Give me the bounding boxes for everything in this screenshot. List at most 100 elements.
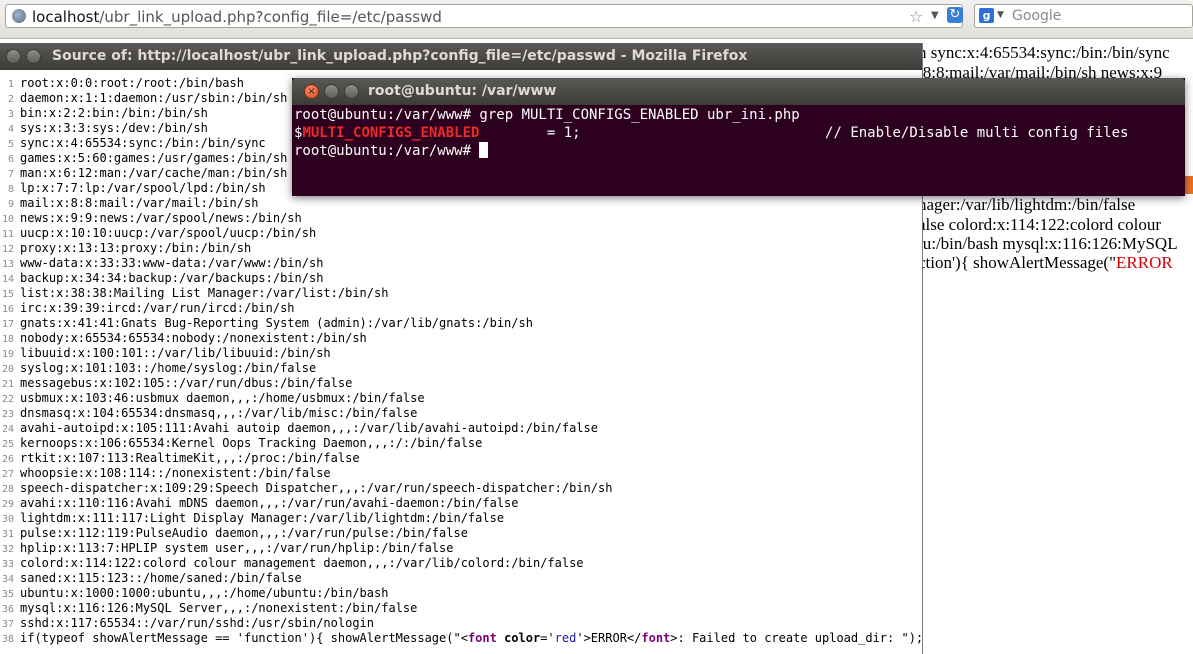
source-line-text: sys:x:3:3:sys:/dev:/bin/sh [20,121,208,135]
line-number: 1 [7,79,14,90]
source-line-text: speech-dispatcher:x:109:29:Speech Dispat… [20,481,613,495]
window-titlebar[interactable]: Source of: http://localhost/ubr_link_upl… [0,43,922,70]
line-number: 9 [7,199,14,210]
search-engine-icon[interactable]: g [979,8,994,23]
line-number: 32 [1,544,14,555]
source-token: '>ERROR</ [576,631,642,645]
source-line: 26 rtkit:x:107:113:RealtimeKit,,,:/proc:/… [0,451,922,466]
source-line: 16 irc:x:39:39:ircd:/var/run/ircd:/bin/sh [0,301,922,316]
line-number: 16 [1,304,14,315]
bg-line: nager:/var/lib/lightdm:/bin/false [918,195,1136,214]
source-line-text: saned:x:115:123::/home/saned:/bin/false [20,571,302,585]
terminal-output[interactable]: root@ubuntu:/var/www# grep MULTI_CONFIGS… [294,106,1183,194]
source-line-text: news:x:9:9:news:/var/spool/news:/bin/sh [20,211,302,225]
source-line: 15 list:x:38:38:Mailing List Manager:/var… [0,286,922,301]
source-line-text: daemon:x:1:1:daemon:/usr/sbin:/bin/sh [20,91,288,105]
source-line: 37 sshd:x:117:65534::/var/run/sshd:/usr/s… [0,616,922,631]
url-path: /ubr_link_upload.php?config_file=/etc/pa… [99,8,442,26]
reload-icon[interactable]: ↻ [947,7,963,23]
source-line: 9 mail:x:8:8:mail:/var/mail:/bin/sh [0,196,922,211]
terminal-prompt-line[interactable]: root@ubuntu:/var/www# [294,142,489,160]
source-line-text: proxy:x:13:13:proxy:/bin:/bin/sh [20,241,252,255]
url-text[interactable]: localhost/ubr_link_upload.php?config_fil… [32,8,442,26]
source-line-text: root:x:0:0:root:/root:/bin/bash [20,76,244,90]
line-number: 5 [7,139,14,150]
bookmark-star-icon[interactable]: ☆ [909,7,923,26]
source-line-text: www-data:x:33:33:www-data:/var/www:/bin/… [20,256,324,270]
source-line-text: games:x:5:60:games:/usr/games:/bin/sh [20,151,288,165]
source-line-text: backup:x:34:34:backup:/var/backups:/bin/… [20,271,324,285]
source-line-text: avahi:x:110:116:Avahi mDNS daemon,,,:/va… [20,496,519,510]
source-line-text: mysql:x:116:126:MySQL Server,,,:/nonexis… [20,601,418,615]
source-line-text: syslog:x:101:103::/home/syslog:/bin/fals… [20,361,317,375]
bg-line: ction'){ showAlertMessage("ERROR [918,253,1173,273]
source-line-text: mail:x:8:8:mail:/var/mail:/bin/sh [20,196,259,210]
source-token: if(typeof showAlertMessage == 'function'… [20,631,468,645]
line-number: 4 [7,124,14,135]
line-number: 3 [7,109,14,120]
source-line: 31 pulse:x:112:119:PulseAudio daemon,,,:/… [0,526,922,541]
terminal-titlebar[interactable]: × root@ubuntu: /var/www [292,78,1185,105]
bg-error-word: ERROR [1116,253,1173,272]
terminal-match-rest: = 1; // Enable/Disable multi config file… [479,125,1129,141]
source-line-text: kernoops:x:106:65534:Kernel Oops Trackin… [20,436,483,450]
source-line: 33 colord:x:114:122:colord colour managem… [0,556,922,571]
line-number: 8 [7,184,14,195]
source-token: font [467,631,497,645]
source-token: red [554,631,577,645]
line-number: 10 [1,214,14,225]
line-number: 20 [1,364,14,375]
bg-line: n sync:x:4:65534:sync:/bin:/bin/sync [918,43,1170,62]
source-line: 22 usbmux:x:103:46:usbmux daemon,,,:/home… [0,391,922,406]
search-bar[interactable]: g ▼ Google [974,4,1193,28]
source-line-text: lp:x:7:7:lp:/var/spool/lpd:/bin/sh [20,181,266,195]
line-number: 13 [1,259,14,270]
line-number: 28 [1,484,14,495]
line-number: 12 [1,244,14,255]
source-line-text: whoopsie:x:108:114::/nonexistent:/bin/fa… [20,466,331,480]
search-input[interactable]: Google [1012,8,1061,24]
line-number: 15 [1,289,14,300]
window-minimize-icon[interactable] [26,49,41,64]
line-number: 19 [1,349,14,360]
window-close-icon[interactable] [6,49,21,64]
terminal-close-icon[interactable]: × [304,84,319,99]
bg-line: alse colord:x:114:122:colord colour [918,215,1161,234]
window-title: Source of: http://localhost/ubr_link_upl… [52,48,748,64]
terminal-minimize-icon[interactable] [324,84,339,99]
source-line-text: usbmux:x:103:46:usbmux daemon,,,:/home/u… [20,391,425,405]
line-number: 37 [1,619,14,630]
source-line: 21 messagebus:x:102:105::/var/run/dbus:/b… [0,376,922,391]
line-number: 34 [1,574,14,585]
source-line-text: nobody:x:65534:65534:nobody:/nonexistent… [20,331,367,345]
source-line: 24 avahi-autoipd:x:105:111:Avahi autoip d… [0,421,922,436]
source-line: 38 if(typeof showAlertMessage == 'functio… [0,631,922,646]
line-number: 29 [1,499,14,510]
source-line: 19 libuuid:x:100:101::/var/lib/libuuid:/b… [0,346,922,361]
source-line-text: pulse:x:112:119:PulseAudio daemon,,,:/va… [20,526,468,540]
terminal-prompt: root@ubuntu:/var/www# [294,143,480,159]
line-number: 22 [1,394,14,405]
search-engine-dropdown-icon[interactable]: ▼ [997,10,1004,20]
source-line: 10 news:x:9:9:news:/var/spool/news:/bin/s… [0,211,922,226]
line-number: 17 [1,319,14,330]
url-bar[interactable]: localhost/ubr_link_upload.php?config_fil… [5,4,963,28]
source-line-text: gnats:x:41:41:Gnats Bug-Reporting System… [20,316,533,330]
bg-fragment [1185,176,1193,194]
source-line: 23 dnsmasq:x:104:65534:dnsmasq,,,:/var/li… [0,406,922,421]
source-token: font [641,631,671,645]
line-number: 36 [1,604,14,615]
source-line-text: lightdm:x:111:117:Light Display Manager:… [20,511,505,525]
source-line: 20 syslog:x:101:103::/home/syslog:/bin/fa… [0,361,922,376]
terminal-maximize-icon[interactable] [344,84,359,99]
bg-line-text: ction'){ showAlertMessage(" [918,253,1117,272]
site-identity-icon[interactable] [12,9,26,23]
line-number: 21 [1,379,14,390]
bg-line: tu:/bin/bash mysql:x:116:126:MySQL [918,234,1178,253]
source-line-text: man:x:6:12:man:/var/cache/man:/bin/sh [20,166,288,180]
line-number: 6 [7,154,14,165]
url-history-dropdown-icon[interactable]: ▼ [931,10,939,21]
terminal-title: root@ubuntu: /var/www [368,83,557,99]
source-token [497,631,504,645]
source-token: =' [540,631,555,645]
